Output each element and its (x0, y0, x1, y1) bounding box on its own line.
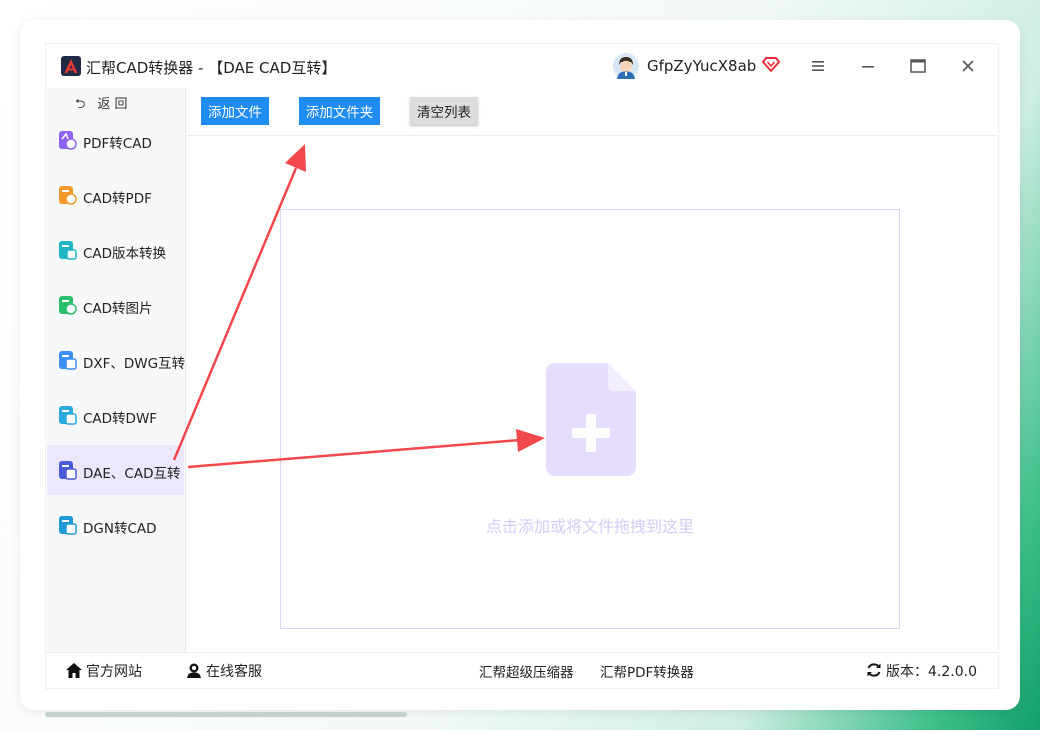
dxf-dwg-icon (59, 351, 77, 370)
close-icon[interactable] (958, 56, 978, 76)
sidebar-item-dxf-dwg[interactable]: DXF、DWG互转 (47, 335, 186, 385)
back-arrow-icon: ⮌ (75, 97, 86, 112)
add-folder-button[interactable]: 添加文件夹 (299, 97, 380, 125)
version-label: 版本：4.2.0.0 (886, 664, 977, 680)
sidebar-item-cad-version[interactable]: CAD版本转换 (47, 225, 184, 275)
refresh-icon (867, 663, 881, 677)
sidebar-item-cad-to-image[interactable]: CAD转图片 (47, 280, 184, 330)
toolbar: 添加文件 添加文件夹 清空列表 (186, 88, 997, 136)
clear-list-button[interactable]: 清空列表 (410, 97, 478, 125)
compressor-link[interactable]: 汇帮超级压缩器 (479, 661, 574, 681)
cad-version-icon (59, 241, 77, 260)
title-bar: 汇帮CAD转换器 - 【DAE CAD互转】 GfpZyYucX8ab (46, 44, 998, 88)
app-title: 汇帮CAD转换器 - 【DAE CAD互转】 (86, 59, 337, 77)
sidebar: ⮌ 返 回 PDF转CAD CAD转PDF CAD版本转换 CAD转图片 DXF、… (47, 88, 186, 652)
back-button[interactable]: ⮌ 返 回 (75, 93, 128, 117)
online-support-link[interactable]: 在线客服 (186, 661, 262, 681)
support-icon (187, 663, 201, 678)
sidebar-item-cad-to-dwf[interactable]: CAD转DWF (47, 390, 184, 440)
cad-to-pdf-icon (59, 186, 77, 205)
file-drop-zone[interactable]: 点击添加或将文件拖拽到这里 (280, 209, 900, 629)
official-website-label: 官方网站 (86, 664, 142, 680)
online-support-label: 在线客服 (206, 664, 262, 680)
dae-cad-icon (59, 461, 77, 480)
sidebar-item-label: DAE、CAD互转 (83, 466, 181, 482)
sidebar-item-pdf-to-cad[interactable]: PDF转CAD (47, 115, 184, 165)
sidebar-item-label: DXF、DWG互转 (83, 356, 186, 372)
pdf-converter-link[interactable]: 汇帮PDF转换器 (600, 661, 694, 681)
add-file-icon (546, 363, 636, 476)
vip-diamond-icon[interactable] (762, 55, 780, 73)
add-file-button[interactable]: 添加文件 (201, 97, 269, 125)
app-window: 汇帮CAD转换器 - 【DAE CAD互转】 GfpZyYucX8ab ⮌ 返 … (45, 43, 999, 689)
home-icon (66, 663, 82, 678)
minimize-icon[interactable] (858, 56, 878, 76)
cad-to-dwf-icon (59, 406, 77, 425)
drop-hint: 点击添加或将文件拖拽到这里 (485, 517, 694, 536)
username[interactable]: GfpZyYucX8ab (647, 57, 756, 75)
app-logo-icon (61, 56, 81, 76)
cad-to-image-icon (59, 296, 77, 315)
sidebar-item-label: CAD版本转换 (83, 246, 167, 262)
dgn-to-cad-icon (59, 516, 77, 535)
sidebar-item-dgn-to-cad[interactable]: DGN转CAD (47, 500, 184, 550)
sidebar-item-label: CAD转PDF (83, 191, 152, 207)
sidebar-item-label: CAD转图片 (83, 301, 153, 317)
sidebar-item-label: DGN转CAD (83, 521, 157, 537)
maximize-icon[interactable] (908, 56, 928, 76)
sidebar-item-dae-cad[interactable]: DAE、CAD互转 (47, 445, 184, 495)
sidebar-item-label: PDF转CAD (83, 136, 152, 152)
sidebar-item-label: CAD转DWF (83, 411, 158, 427)
avatar[interactable] (613, 53, 639, 79)
back-label: 返 回 (97, 97, 128, 112)
pdf-to-cad-icon (59, 131, 77, 150)
horizontal-scrollbar[interactable] (45, 712, 407, 717)
sidebar-item-cad-to-pdf[interactable]: CAD转PDF (47, 170, 184, 220)
official-website-link[interactable]: 官方网站 (66, 661, 142, 681)
version-info[interactable]: 版本：4.2.0.0 (866, 661, 977, 681)
footer: 官方网站 在线客服 汇帮超级压缩器 汇帮PDF转换器 版本：4.2.0.0 (46, 652, 998, 689)
menu-icon[interactable] (808, 56, 828, 76)
